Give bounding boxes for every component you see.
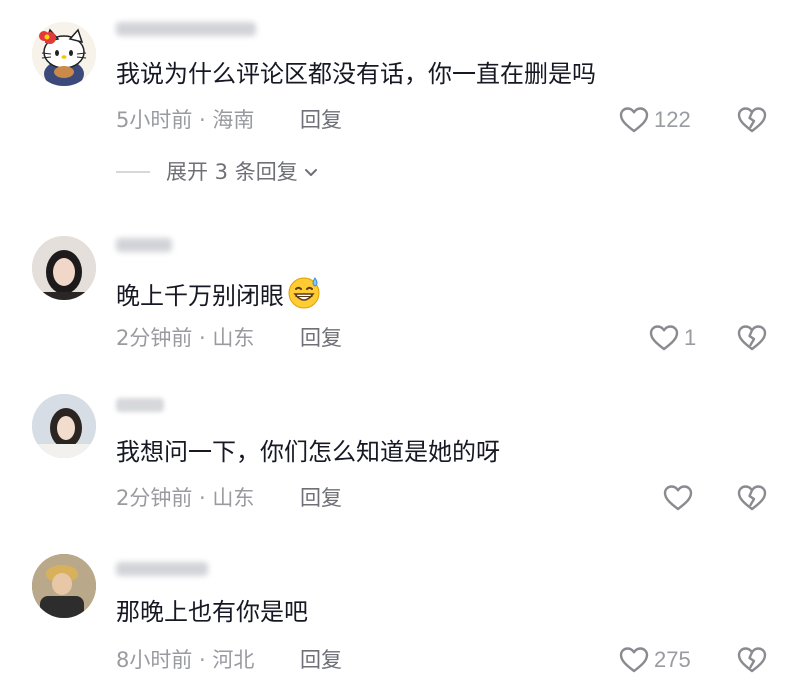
broken-heart-icon — [737, 325, 767, 351]
hello-kitty-avatar-image — [32, 22, 96, 86]
comment-time-location: 8小时前 · 河北 — [116, 648, 255, 672]
heart-icon — [649, 325, 679, 351]
portrait-avatar-image — [32, 554, 96, 618]
comment-text: 我想问一下，你们怎么知道是她的呀 — [116, 438, 500, 466]
avatar[interactable] — [32, 22, 96, 86]
dislike-button[interactable] — [736, 644, 768, 680]
dislike-button[interactable] — [736, 104, 768, 140]
grinning-sweat-emoji-icon — [288, 277, 320, 309]
broken-heart-icon — [737, 107, 767, 133]
expand-replies-label: 展开 3 条回复 — [166, 160, 298, 184]
comment-time-location: 2分钟前 · 山东 — [116, 326, 255, 350]
reply-button[interactable]: 回复 — [300, 646, 342, 674]
broken-heart-icon — [737, 647, 767, 673]
username-blurred[interactable] — [116, 22, 256, 36]
dislike-button[interactable] — [736, 322, 768, 358]
like-button[interactable]: 122 — [618, 104, 691, 136]
like-button[interactable]: 275 — [618, 644, 691, 676]
avatar[interactable] — [32, 394, 96, 458]
like-count: 1 — [684, 325, 697, 350]
comment-time-location: 2分钟前 · 山东 — [116, 486, 255, 510]
avatar[interactable] — [32, 236, 96, 300]
reply-button[interactable]: 回复 — [300, 324, 342, 352]
avatar[interactable] — [32, 554, 96, 618]
comment-text: 那晚上也有你是吧 — [116, 598, 308, 626]
reply-button[interactable]: 回复 — [300, 484, 342, 512]
dislike-button[interactable] — [736, 482, 768, 518]
expand-divider — [116, 171, 150, 173]
heart-icon — [619, 107, 649, 133]
heart-icon — [663, 485, 693, 511]
username-blurred[interactable] — [116, 398, 164, 412]
like-count: 275 — [654, 647, 691, 672]
like-button[interactable] — [662, 482, 698, 514]
like-count: 122 — [654, 107, 691, 132]
chevron-down-icon — [304, 169, 317, 176]
comment-time-location: 5小时前 · 海南 — [116, 108, 255, 132]
comment-text-content: 晚上千万别闭眼 — [116, 282, 284, 310]
reply-button[interactable]: 回复 — [300, 106, 342, 134]
expand-replies-button[interactable]: 展开 3 条回复 — [116, 158, 320, 186]
comment-text: 我说为什么评论区都没有话，你一直在删是吗 — [116, 60, 596, 88]
broken-heart-icon — [737, 485, 767, 511]
username-blurred[interactable] — [116, 238, 172, 252]
portrait-avatar-image — [32, 394, 96, 458]
portrait-avatar-image — [32, 236, 96, 300]
like-button[interactable]: 1 — [648, 322, 696, 354]
comment-text: 晚上千万别闭眼 — [116, 274, 322, 312]
heart-icon — [619, 647, 649, 673]
username-blurred[interactable] — [116, 562, 208, 576]
